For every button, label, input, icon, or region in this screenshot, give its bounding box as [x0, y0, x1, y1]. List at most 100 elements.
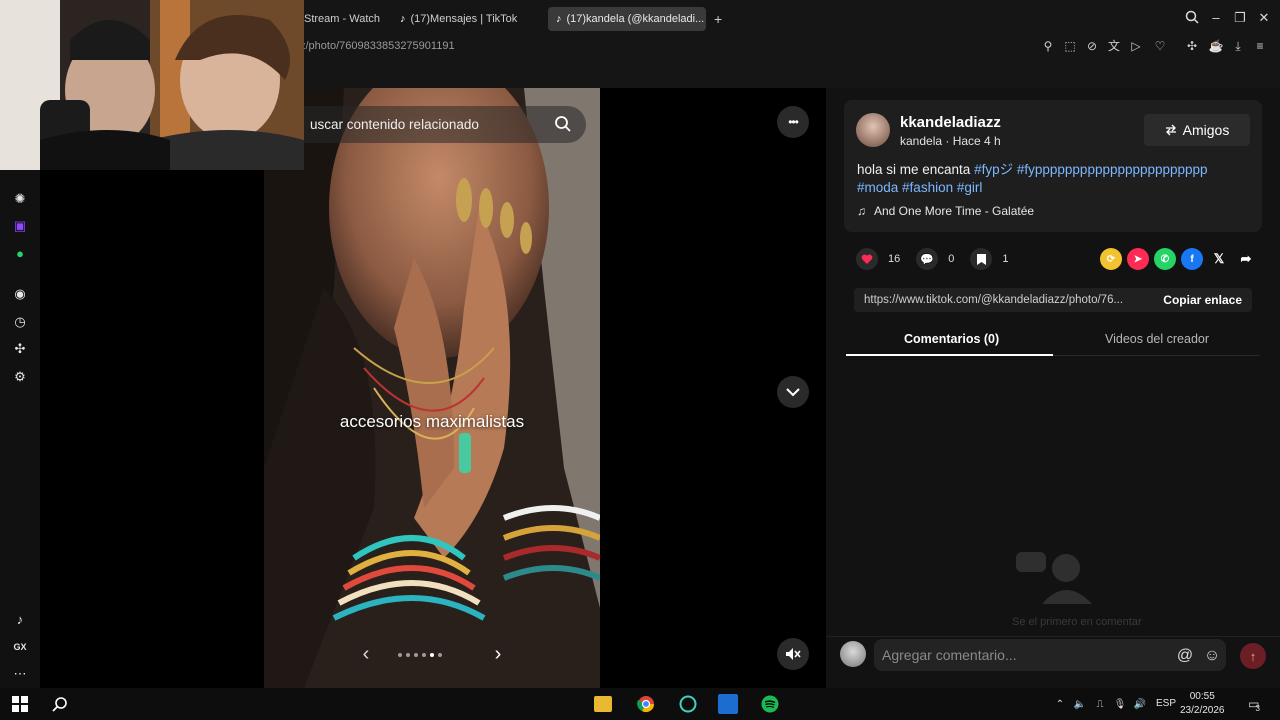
close-icon[interactable]: ✕	[1256, 10, 1272, 26]
post-info-card: kkandeladiazz kandela · Hace 4 h Amigos …	[844, 100, 1262, 232]
tiktok-icon: ♪	[400, 13, 406, 25]
search-icon[interactable]	[1184, 10, 1200, 26]
emoji-icon[interactable]: ☺	[1203, 647, 1221, 665]
webcam-feed	[0, 0, 304, 170]
extensions-icon[interactable]: ✣	[10, 339, 30, 359]
tab-comments[interactable]: Comentarios (0)	[904, 332, 999, 346]
search-icon[interactable]	[50, 694, 70, 714]
tiktok-icon[interactable]: ♪	[10, 610, 30, 630]
pagination-dot[interactable]	[430, 653, 434, 657]
new-tab-button[interactable]: +	[706, 7, 728, 31]
engagement-bar: 16 💬 0 1	[856, 248, 1025, 270]
mute-button[interactable]	[777, 638, 809, 670]
notification-icon[interactable]: ▭ 3	[1244, 694, 1264, 714]
address-bar[interactable]: z/photo/7609833853275901191	[300, 40, 455, 52]
related-search-input[interactable]: uscar contenido relacionado	[280, 106, 586, 143]
comment-input[interactable]: Agregar comentario...	[874, 639, 1226, 671]
heart-icon[interactable]: ♡	[1152, 38, 1168, 54]
hashtag-link[interactable]: #fypジ	[974, 162, 1013, 177]
next-photo-button[interactable]: ›	[488, 644, 508, 664]
translate-icon[interactable]: 文	[1106, 38, 1122, 54]
settings-icon[interactable]: ⚙	[10, 367, 30, 387]
avatar[interactable]	[856, 113, 890, 147]
send-comment-button[interactable]: ↑	[1240, 643, 1266, 669]
save-button[interactable]: 1	[970, 248, 1009, 270]
hashtag-link[interactable]: #fashion	[902, 180, 953, 195]
adblock-icon[interactable]: ⊘	[1084, 38, 1100, 54]
chevron-up-icon[interactable]: ⌃	[1050, 694, 1070, 714]
avatar	[840, 641, 866, 667]
mention-icon[interactable]: @	[1176, 647, 1194, 665]
post-description: hola si me encanta #fypジ #fypppppppppppp…	[857, 161, 1252, 197]
taskbar-clock[interactable]: 00:55 23/2/2026	[1180, 690, 1225, 718]
tab-creator-videos[interactable]: Videos del creador	[1105, 332, 1209, 346]
pagination-dot[interactable]	[422, 653, 426, 657]
network-icon[interactable]: ⎍	[1090, 694, 1110, 714]
pagination-dot[interactable]	[438, 653, 442, 657]
microphone-icon[interactable]: 🎙	[1110, 694, 1130, 714]
language-indicator[interactable]: ESP	[1156, 698, 1176, 709]
hashtag-link[interactable]: #girl	[957, 180, 983, 195]
search-icon[interactable]	[554, 115, 572, 133]
spotify-icon[interactable]	[760, 694, 780, 714]
hashtag-link[interactable]: #fyppppppppppppppppppppppp	[1017, 162, 1208, 177]
restore-icon[interactable]: ❐	[1232, 10, 1248, 26]
opera-gx-icon[interactable]: GX	[10, 637, 30, 657]
comment-button[interactable]: 💬 0	[916, 248, 954, 270]
clock-date: 23/2/2026	[1180, 705, 1225, 716]
tiktok-icon: ♪	[556, 13, 562, 25]
post-link[interactable]: https://www.tiktok.com/@kkandeladiazz/ph…	[854, 294, 1144, 306]
chatgpt-icon[interactable]: ✺	[10, 189, 30, 209]
tab-tiktok-profile[interactable]: ♪ (17)kandela (@kkandeladi...	[548, 7, 706, 31]
tab-stream[interactable]: Stream - Watch	[296, 7, 392, 31]
facebook-share-icon[interactable]: f	[1181, 248, 1203, 270]
windows-start-icon[interactable]	[10, 694, 30, 714]
play-icon[interactable]: ▷	[1128, 38, 1144, 54]
active-tab-indicator	[846, 354, 1053, 356]
music-link[interactable]: ♫ And One More Time - Galatée	[857, 204, 1034, 218]
twitch-icon[interactable]: ▣	[10, 216, 30, 236]
spotify-icon[interactable]: ◉	[10, 284, 30, 304]
pin-icon[interactable]: ⚲	[1040, 38, 1056, 54]
empty-comments-text: Se el primero en comentar	[1012, 616, 1142, 628]
whatsapp-icon[interactable]: ●	[10, 244, 30, 264]
description-text: hola si me encanta	[857, 162, 975, 177]
whatsapp-share-icon[interactable]: ✆	[1154, 248, 1176, 270]
chrome-icon[interactable]	[636, 694, 656, 714]
file-explorer-icon[interactable]	[594, 696, 612, 712]
history-icon[interactable]: ◷	[10, 312, 30, 332]
app-icon[interactable]	[718, 694, 738, 714]
more-icon[interactable]: ⋯	[10, 664, 30, 684]
copy-link-button[interactable]: Copiar enlace	[1163, 293, 1242, 307]
chevron-down-icon	[786, 388, 800, 397]
repost-icon[interactable]: ⟳	[1100, 248, 1122, 270]
hashtag-link[interactable]: #moda	[857, 180, 898, 195]
more-options-button[interactable]: •••	[777, 106, 809, 138]
app-icon[interactable]	[678, 694, 698, 714]
tab-tiktok-messages[interactable]: ♪ (17)Mensajes | TikTok	[392, 7, 542, 31]
volume-icon[interactable]: 🔈	[1070, 694, 1090, 714]
comment-composer: Agregar comentario... @ ☺ ↑	[826, 636, 1280, 688]
friends-button[interactable]: Amigos	[1144, 114, 1250, 146]
pagination-dot[interactable]	[414, 653, 418, 657]
speaker-icon[interactable]: 🔊	[1130, 694, 1150, 714]
pagination-dot[interactable]	[406, 653, 410, 657]
like-button[interactable]: 16	[856, 248, 900, 270]
plus-icon: +	[714, 11, 723, 27]
next-post-button[interactable]	[777, 376, 809, 408]
download-icon[interactable]: ⤓	[1230, 38, 1246, 54]
send-icon[interactable]: ➤	[1127, 248, 1149, 270]
menu-icon[interactable]: ≡	[1252, 38, 1268, 54]
pagination-dot[interactable]	[398, 653, 402, 657]
author-username[interactable]: kkandeladiazz	[900, 114, 1001, 131]
minimize-icon[interactable]: –	[1208, 10, 1224, 26]
extensions-icon[interactable]: ✣	[1184, 38, 1200, 54]
speaker-muted-icon	[786, 648, 801, 660]
photo-caption: accesorios maximalistas	[339, 412, 525, 431]
share-arrow-icon[interactable]: ➦	[1235, 248, 1257, 270]
post-photo[interactable]	[264, 88, 600, 688]
prev-photo-button[interactable]: ‹	[356, 644, 376, 664]
snapshot-icon[interactable]: ⬚	[1062, 38, 1078, 54]
x-share-icon[interactable]: 𝕏	[1208, 248, 1230, 270]
cup-icon[interactable]: ☕	[1208, 38, 1224, 54]
